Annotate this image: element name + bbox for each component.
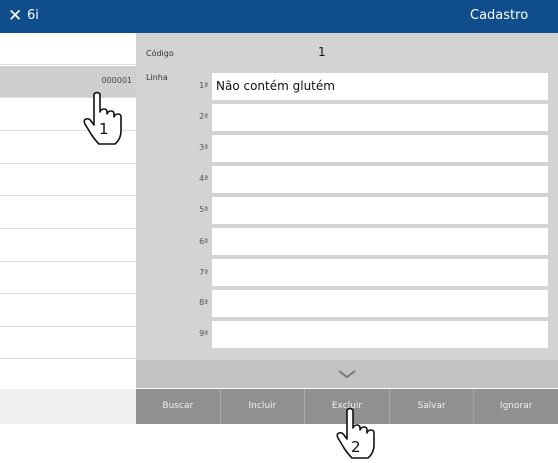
callout-number: 1 xyxy=(99,120,109,138)
line-ordinal: 1ª xyxy=(199,81,208,90)
hand-pointer-icon: 2 xyxy=(333,406,378,459)
list-item[interactable] xyxy=(0,230,136,262)
line-2-input[interactable] xyxy=(212,104,548,131)
codigo-value: 1 xyxy=(318,45,326,59)
incluir-button[interactable]: Incluir xyxy=(221,389,306,424)
ignorar-button[interactable]: Ignorar xyxy=(474,389,558,424)
line-ordinal: 2ª xyxy=(199,112,208,121)
title-bar: ✕ 6i Cadastro xyxy=(0,0,558,33)
line-ordinal: 8ª xyxy=(199,298,208,307)
window-title: Cadastro xyxy=(470,8,529,23)
close-icon[interactable]: ✕ xyxy=(8,5,22,27)
buscar-button[interactable]: Buscar xyxy=(136,389,221,424)
line-ordinal: 6ª xyxy=(199,237,208,246)
line-5-input[interactable] xyxy=(212,197,548,224)
record-code: 000001 xyxy=(101,76,132,85)
codigo-label: Código xyxy=(146,49,174,58)
hand-pointer-icon: 1 xyxy=(80,90,125,145)
callout-number: 2 xyxy=(351,438,361,456)
line-ordinal: 3ª xyxy=(199,143,208,152)
expand-bar[interactable] xyxy=(136,360,558,388)
list-item[interactable] xyxy=(0,164,136,196)
line-ordinal: 7ª xyxy=(199,268,208,277)
line-4-input[interactable] xyxy=(212,166,548,193)
line-ordinal: 9ª xyxy=(199,329,208,338)
toolbar-spacer xyxy=(0,389,136,424)
list-item[interactable] xyxy=(0,33,136,65)
salvar-button[interactable]: Salvar xyxy=(390,389,475,424)
line-9-input[interactable] xyxy=(212,321,548,348)
linha-label: Linha xyxy=(146,73,168,82)
form-panel: Código 1 Linha 1ª Não contém glutém 2ª 3… xyxy=(136,33,558,360)
app-label: 6i xyxy=(27,8,39,23)
list-item[interactable] xyxy=(0,262,136,294)
chevron-down-icon[interactable] xyxy=(337,369,357,379)
line-ordinal: 5ª xyxy=(199,205,208,214)
list-item[interactable] xyxy=(0,295,136,327)
list-item[interactable] xyxy=(0,360,136,392)
line-7-input[interactable] xyxy=(212,259,548,286)
line-8-input[interactable] xyxy=(212,290,548,317)
line-ordinal: 4ª xyxy=(199,174,208,183)
line-1-input[interactable]: Não contém glutém xyxy=(212,73,548,100)
line-3-input[interactable] xyxy=(212,135,548,162)
list-item[interactable] xyxy=(0,327,136,359)
list-item[interactable] xyxy=(0,197,136,229)
line-6-input[interactable] xyxy=(212,228,548,255)
